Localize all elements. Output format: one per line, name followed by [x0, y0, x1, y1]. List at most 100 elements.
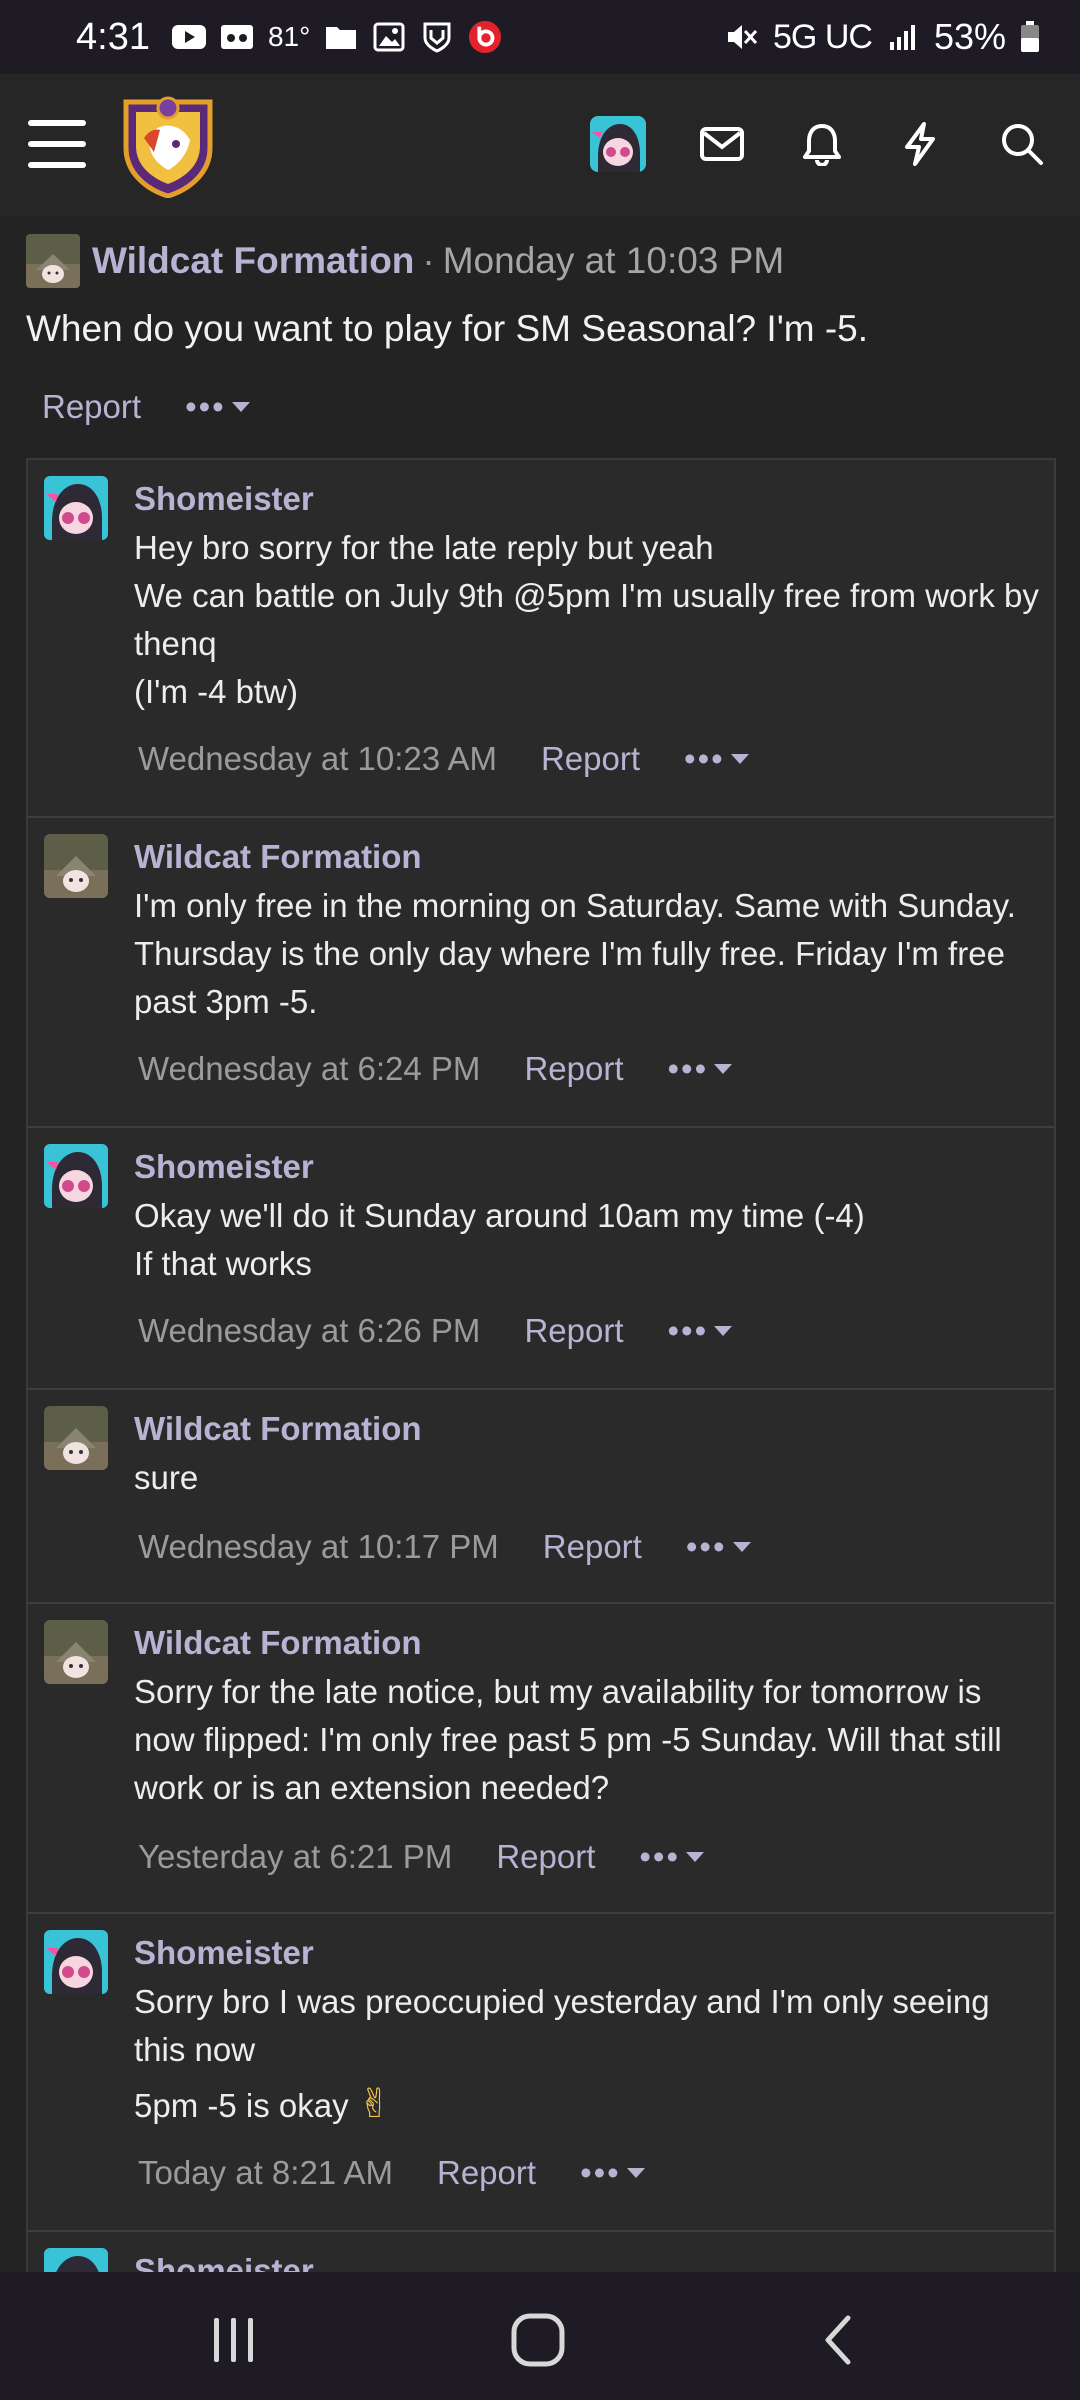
- list-item: Shomeister Sorry bro I was preoccupied y…: [28, 1914, 1054, 2232]
- list-item: Shomeister Okay we'll do it Sunday aroun…: [28, 1128, 1054, 1390]
- more-dots: •••: [684, 740, 725, 777]
- reply-meta: Wednesday at 10:23 AM Report •••: [138, 740, 749, 778]
- reply-meta: Yesterday at 6:21 PM Report •••: [138, 1838, 705, 1876]
- chevron-down-icon: [626, 2168, 645, 2178]
- more-options-button[interactable]: •••: [686, 1528, 751, 1566]
- reply-username[interactable]: Wildcat Formation: [134, 1624, 422, 1662]
- reply-time[interactable]: Yesterday at 6:21 PM: [138, 1838, 452, 1876]
- reply-text: Okay we'll do it Sunday around 10am my t…: [134, 1192, 1049, 1288]
- reply-line: If that works: [134, 1245, 312, 1282]
- reply-text: Sorry for the late notice, but my availa…: [134, 1668, 1049, 1812]
- battery-level: 53%: [933, 16, 1006, 57]
- report-link[interactable]: Report: [437, 2154, 536, 2192]
- chevron-down-icon: [231, 402, 250, 412]
- beats-icon: [468, 20, 502, 54]
- avatar[interactable]: [44, 834, 108, 898]
- list-item: Shomeister: [28, 2232, 1054, 2272]
- more-dots: •••: [685, 1528, 727, 1565]
- more-options-button[interactable]: •••: [639, 1838, 705, 1876]
- back-icon[interactable]: [818, 2314, 858, 2366]
- reply-line-text: 5pm -5 is okay: [134, 2087, 349, 2124]
- reply-username[interactable]: Shomeister: [134, 480, 314, 518]
- reply-line: 5pm -5 is okay ✌: [134, 2080, 1049, 2130]
- post-username[interactable]: Wildcat Formation: [92, 240, 414, 282]
- reply-time[interactable]: Today at 8:21 AM: [138, 2154, 393, 2192]
- avatar[interactable]: [26, 234, 80, 288]
- avatar[interactable]: [44, 1620, 108, 1684]
- reply-line: sure: [134, 1459, 199, 1496]
- thread-content: Wildcat Formation · Monday at 10:03 PM W…: [0, 216, 1080, 2272]
- list-item: Wildcat Formation sure Wednesday at 10:1…: [28, 1390, 1054, 1604]
- voicemail-icon: [220, 22, 254, 52]
- reply-meta: Wednesday at 10:17 PM Report •••: [138, 1528, 751, 1566]
- lightning-icon[interactable]: [894, 118, 946, 170]
- battery-icon: [1020, 21, 1040, 52]
- more-options-button[interactable]: •••: [668, 1050, 733, 1088]
- reply-username[interactable]: Wildcat Formation: [134, 838, 422, 876]
- avatar[interactable]: [44, 476, 108, 540]
- reply-text: I'm only free in the morning on Saturday…: [134, 882, 1049, 1026]
- reply-time[interactable]: Wednesday at 10:17 PM: [138, 1528, 499, 1566]
- reply-line: Hey bro sorry for the late reply but yea…: [134, 529, 714, 566]
- more-options-button[interactable]: •••: [684, 740, 749, 778]
- more-options-button[interactable]: •••: [668, 1312, 733, 1350]
- reply-username[interactable]: Shomeister: [134, 1148, 314, 1186]
- youtube-icon: [171, 22, 206, 52]
- reply-meta: Wednesday at 6:24 PM Report •••: [138, 1050, 733, 1088]
- site-logo[interactable]: [120, 94, 216, 199]
- reply-meta: Today at 8:21 AM Report •••: [138, 2154, 645, 2192]
- reply-time[interactable]: Wednesday at 10:23 AM: [138, 740, 497, 778]
- avatar[interactable]: [44, 1930, 108, 1994]
- reply-username[interactable]: Wildcat Formation: [134, 1410, 422, 1448]
- search-icon[interactable]: [996, 118, 1048, 170]
- post-actions: Report •••: [42, 388, 250, 426]
- recent-apps-icon[interactable]: [206, 2316, 262, 2364]
- more-options-button[interactable]: •••: [580, 2154, 645, 2192]
- user-avatar[interactable]: [590, 116, 646, 172]
- report-link[interactable]: Report: [543, 1528, 642, 1566]
- report-link[interactable]: Report: [42, 388, 141, 426]
- network-type: 5G UC: [773, 17, 873, 56]
- clock: 4:31: [76, 15, 150, 58]
- menu-icon[interactable]: [28, 120, 86, 168]
- victory-hand-emoji: ✌: [357, 2082, 392, 2126]
- status-bar: 4:31 81° 5G UC 53%: [0, 0, 1080, 74]
- more-dots: •••: [580, 2154, 621, 2191]
- report-link[interactable]: Report: [541, 740, 640, 778]
- home-icon[interactable]: [510, 2312, 566, 2368]
- report-link[interactable]: Report: [524, 1050, 623, 1088]
- app-header: [0, 74, 1080, 216]
- reply-time[interactable]: Wednesday at 6:24 PM: [138, 1050, 480, 1088]
- chevron-down-icon: [714, 1064, 733, 1074]
- more-options-button[interactable]: •••: [185, 388, 250, 426]
- signal-icon: [886, 22, 920, 52]
- inbox-icon[interactable]: [696, 118, 748, 170]
- replies-list: Shomeister Hey bro sorry for the late re…: [26, 458, 1056, 2272]
- mute-icon: [725, 22, 759, 52]
- post-text: When do you want to play for SM Seasonal…: [26, 308, 869, 349]
- report-link[interactable]: Report: [496, 1838, 595, 1876]
- post-time[interactable]: Monday at 10:03 PM: [443, 240, 784, 282]
- chevron-down-icon: [714, 1326, 733, 1336]
- report-link[interactable]: Report: [524, 1312, 623, 1350]
- more-dots: •••: [185, 388, 226, 425]
- reply-time[interactable]: Wednesday at 6:26 PM: [138, 1312, 480, 1350]
- bell-icon[interactable]: [796, 118, 848, 170]
- shield-app-icon: [420, 22, 454, 53]
- reply-username[interactable]: Shomeister: [134, 1934, 314, 1972]
- reply-username[interactable]: Shomeister: [134, 2252, 314, 2272]
- more-dots: •••: [639, 1838, 681, 1875]
- list-item: Shomeister Hey bro sorry for the late re…: [28, 460, 1054, 818]
- folder-icon: [324, 22, 358, 52]
- avatar[interactable]: [44, 2248, 108, 2272]
- reply-text: sure: [134, 1454, 1049, 1502]
- chevron-down-icon: [686, 1852, 705, 1862]
- chevron-down-icon: [732, 1542, 751, 1552]
- more-dots: •••: [667, 1050, 709, 1087]
- reply-line: (I'm -4 btw): [134, 673, 298, 710]
- chevron-down-icon: [730, 754, 749, 764]
- more-dots: •••: [667, 1312, 709, 1349]
- avatar[interactable]: [44, 1406, 108, 1470]
- reply-line: I'm only free in the morning on Saturday…: [134, 887, 1016, 1020]
- avatar[interactable]: [44, 1144, 108, 1208]
